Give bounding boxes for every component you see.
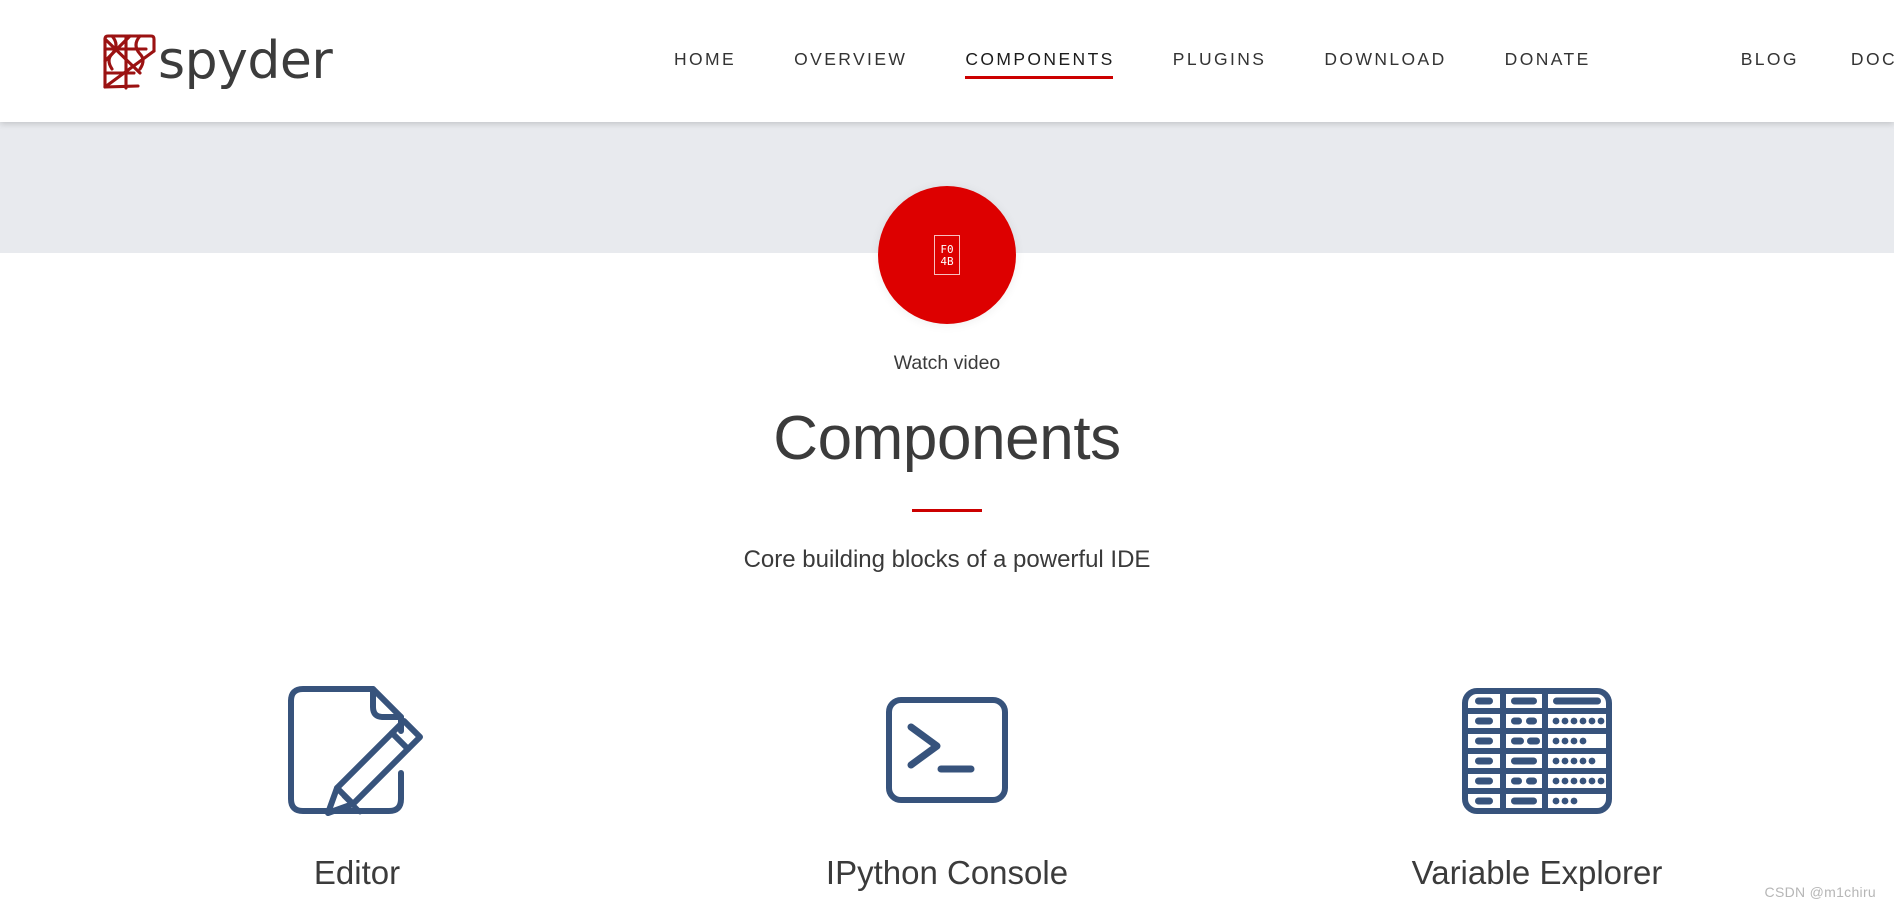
spyder-web-logo-icon <box>100 29 160 93</box>
watch-video-block: F0 4B Watch video <box>0 186 1894 375</box>
main-navigation: HOME OVERVIEW COMPONENTS PLUGINS DOWNLOA… <box>645 43 1894 79</box>
title-divider <box>912 509 982 513</box>
terminal-prompt-icon <box>867 665 1027 825</box>
page-title: Components <box>773 404 1121 473</box>
play-icon[interactable]: F0 4B <box>878 186 1016 324</box>
nav-item-blog[interactable]: BLOG <box>1741 43 1799 79</box>
watermark-label: CSDN @m1chiru <box>1764 884 1876 900</box>
feature-card-editor[interactable]: Editor <box>62 665 652 893</box>
feature-label-variable-explorer: Variable Explorer <box>1411 854 1663 891</box>
brand-logo-link[interactable]: spyder <box>100 29 333 93</box>
brand-wordmark: spyder <box>158 31 333 91</box>
feature-label-ipython-console: IPython Console <box>825 854 1069 891</box>
document-pencil-icon <box>277 665 437 825</box>
page-subtitle: Core building blocks of a powerful IDE <box>743 546 1151 574</box>
feature-list: Editor IPython Console Variable Explorer <box>0 665 1894 893</box>
nav-item-donate[interactable]: DONATE <box>1505 43 1591 79</box>
nav-item-overview[interactable]: OVERVIEW <box>794 43 907 79</box>
missing-glyph-box: F0 4B <box>934 235 960 275</box>
feature-card-variable-explorer[interactable]: Variable Explorer <box>1242 665 1832 893</box>
nav-group-primary: HOME OVERVIEW COMPONENTS PLUGINS DOWNLOA… <box>645 43 1620 79</box>
watch-video-label[interactable]: Watch video <box>0 352 1894 375</box>
page-root: spyder HOME OVERVIEW COMPONENTS PLUGINS … <box>0 0 1894 909</box>
nav-group-secondary: BLOG DOCS <box>1715 43 1894 79</box>
site-header: spyder HOME OVERVIEW COMPONENTS PLUGINS … <box>0 0 1894 122</box>
nav-item-plugins[interactable]: PLUGINS <box>1173 43 1267 79</box>
missing-glyph-top: F0 <box>940 242 954 256</box>
feature-label-editor: Editor <box>313 854 401 891</box>
nav-item-download[interactable]: DOWNLOAD <box>1324 43 1446 79</box>
nav-item-components[interactable]: COMPONENTS <box>965 43 1114 79</box>
feature-card-ipython-console[interactable]: IPython Console <box>652 665 1242 893</box>
data-table-grid-icon <box>1453 665 1621 825</box>
title-block: Components Core building blocks of a pow… <box>0 404 1894 574</box>
nav-item-docs[interactable]: DOCS <box>1851 43 1894 79</box>
nav-item-home[interactable]: HOME <box>674 43 736 79</box>
missing-glyph-bottom: 4B <box>940 254 954 268</box>
